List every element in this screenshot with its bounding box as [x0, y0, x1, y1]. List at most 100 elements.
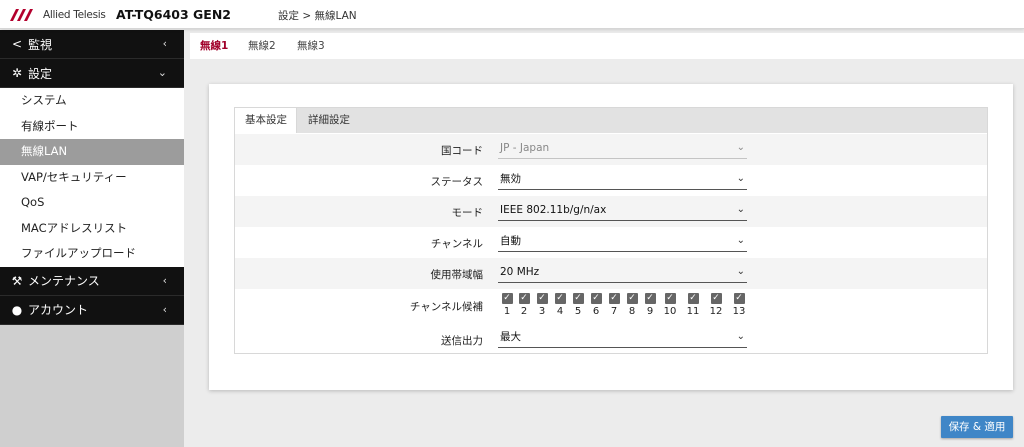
brand-logo[interactable]: Allied Telesis	[10, 7, 106, 23]
sidebar-item-wired-port[interactable]: 有線ポート	[0, 114, 184, 140]
sidebar-item-wireless-lan[interactable]: 無線LAN	[0, 139, 184, 165]
sidebar-item-vap-security[interactable]: VAP/セキュリティー	[0, 165, 184, 191]
nav-settings[interactable]: ✲ 設定 ⌄	[0, 59, 184, 88]
chevron-down-icon: ⌄	[736, 331, 745, 342]
nav-monitor-label: 監視	[28, 37, 53, 52]
tx-power-value: 最大	[500, 331, 521, 343]
sidebar-item-system[interactable]: システム	[0, 88, 184, 114]
status-label: ステータス	[430, 176, 484, 188]
checkbox-checked-icon: ✓	[710, 293, 722, 304]
channel-checkbox[interactable]: ✓ 1	[499, 293, 515, 317]
chevron-down-icon: ⌄	[736, 266, 745, 277]
channel-checkbox[interactable]: ✓ 12	[708, 293, 724, 317]
sidebar-item-qos[interactable]: QoS	[0, 190, 184, 216]
chevron-left-icon: ‹	[162, 37, 167, 50]
channel-checkbox[interactable]: ✓ 10	[662, 293, 678, 317]
country-code-select: JP - Japan ⌄	[498, 139, 747, 159]
channel-number: 6	[592, 306, 600, 317]
sidebar-item-mac-address-list[interactable]: MACアドレスリスト	[0, 216, 184, 242]
channel-number: 11	[686, 306, 700, 317]
chevron-down-icon: ⌄	[736, 142, 745, 153]
checkbox-checked-icon: ✓	[626, 293, 638, 304]
checkbox-checked-icon: ✓	[554, 293, 566, 304]
inner-tabs: 基本設定 詳細設定	[235, 108, 987, 133]
breadcrumb: 設定 > 無線LAN	[278, 10, 357, 22]
bandwidth-select[interactable]: 20 MHz ⌄	[498, 263, 747, 283]
channel-checkbox[interactable]: ✓ 5	[570, 293, 586, 317]
settings-panel: 基本設定 詳細設定 国コード JP - Japan ⌄ ステータス 無効 ⌄ モ…	[234, 107, 988, 354]
row-bandwidth: 使用帯域幅 20 MHz ⌄	[235, 258, 987, 289]
row-mode: モード IEEE 802.11b/g/n/ax ⌄	[235, 196, 987, 227]
mode-value: IEEE 802.11b/g/n/ax	[500, 204, 607, 216]
channel-checkbox[interactable]: ✓ 6	[588, 293, 604, 317]
checkbox-checked-icon: ✓	[572, 293, 584, 304]
checkbox-checked-icon: ✓	[664, 293, 676, 304]
chevron-down-icon: ⌄	[736, 204, 745, 215]
channel-candidates-label: チャンネル候補	[409, 301, 483, 313]
row-tx-power: 送信出力 最大 ⌄	[235, 325, 987, 354]
top-header: Allied Telesis AT-TQ6403 GEN2 設定 > 無線LAN	[0, 0, 1024, 29]
channel-checkbox[interactable]: ✓ 7	[606, 293, 622, 317]
channel-number: 3	[538, 306, 546, 317]
checkbox-checked-icon: ✓	[518, 293, 530, 304]
mode-label: モード	[451, 207, 484, 219]
country-code-label: 国コード	[441, 145, 483, 157]
chevron-down-icon: ⌄	[736, 173, 745, 184]
channel-value: 自動	[500, 235, 521, 247]
tx-power-label: 送信出力	[441, 335, 483, 347]
tab-advanced-settings[interactable]: 詳細設定	[308, 108, 350, 133]
tab-basic-settings[interactable]: 基本設定	[235, 108, 297, 133]
channel-checkbox[interactable]: ✓ 3	[534, 293, 550, 317]
tx-power-select[interactable]: 最大 ⌄	[498, 328, 747, 348]
channel-number: 10	[663, 306, 677, 317]
nav-monitor[interactable]: < 監視 ‹	[0, 30, 184, 59]
tab-radio3[interactable]: 無線3	[297, 33, 325, 59]
channel-number: 8	[628, 306, 636, 317]
wrench-icon: ⚒	[11, 273, 23, 288]
checkbox-checked-icon: ✓	[590, 293, 602, 304]
channel-number: 13	[732, 306, 746, 317]
channel-checkbox[interactable]: ✓ 9	[642, 293, 658, 317]
checkbox-checked-icon: ✓	[733, 293, 745, 304]
nav-maintenance[interactable]: ⚒ メンテナンス ‹	[0, 266, 184, 296]
checkbox-checked-icon: ✓	[608, 293, 620, 304]
nav-account[interactable]: ● アカウント ‹	[0, 295, 184, 325]
settings-submenu: システム 有線ポート 無線LAN VAP/セキュリティー QoS MACアドレス…	[0, 88, 184, 267]
brand-name: Allied Telesis	[43, 9, 106, 21]
channel-checkbox[interactable]: ✓ 2	[516, 293, 532, 317]
tab-radio2[interactable]: 無線2	[248, 33, 276, 59]
device-model: AT-TQ6403 GEN2	[116, 7, 231, 22]
channel-checkbox[interactable]: ✓ 11	[685, 293, 701, 317]
checkbox-checked-icon: ✓	[687, 293, 699, 304]
channel-number: 4	[556, 306, 564, 317]
chevron-left-icon: ‹	[162, 273, 167, 287]
sidebar-item-file-upload[interactable]: ファイルアップロード	[0, 241, 184, 267]
channel-number: 7	[610, 306, 618, 317]
mode-select[interactable]: IEEE 802.11b/g/n/ax ⌄	[498, 201, 747, 221]
row-status: ステータス 無効 ⌄	[235, 165, 987, 196]
save-apply-button[interactable]: 保存 & 適用	[941, 416, 1013, 438]
channel-label: チャンネル	[430, 238, 483, 250]
status-select[interactable]: 無効 ⌄	[498, 170, 747, 190]
channel-candidates-group: ✓ 1 ✓ 2 ✓ 3 ✓ 4 ✓ 5 ✓ 6 ✓ 7 ✓ 8 ✓ 9 ✓ 10 ✓ 11 ✓ 12 ✓…	[499, 293, 759, 323]
checkbox-checked-icon: ✓	[501, 293, 513, 304]
channel-number: 1	[503, 306, 511, 317]
channel-checkbox[interactable]: ✓ 4	[552, 293, 568, 317]
channel-number: 9	[646, 306, 654, 317]
chevron-down-icon: ⌄	[736, 235, 745, 246]
channel-number: 2	[520, 306, 528, 317]
channel-number: 5	[574, 306, 582, 317]
tab-radio1[interactable]: 無線1	[190, 33, 236, 59]
gear-icon: ✲	[11, 66, 23, 80]
nav-settings-label: 設定	[28, 66, 53, 81]
channel-select[interactable]: 自動 ⌄	[498, 232, 747, 252]
row-country: 国コード JP - Japan ⌄	[235, 134, 987, 165]
channel-checkbox[interactable]: ✓ 13	[731, 293, 747, 317]
user-icon: ●	[11, 302, 23, 317]
status-value: 無効	[500, 173, 521, 185]
channel-checkbox[interactable]: ✓ 8	[624, 293, 640, 317]
checkbox-checked-icon: ✓	[536, 293, 548, 304]
row-channel: チャンネル 自動 ⌄	[235, 227, 987, 258]
bandwidth-value: 20 MHz	[500, 266, 540, 278]
channel-number: 12	[709, 306, 723, 317]
